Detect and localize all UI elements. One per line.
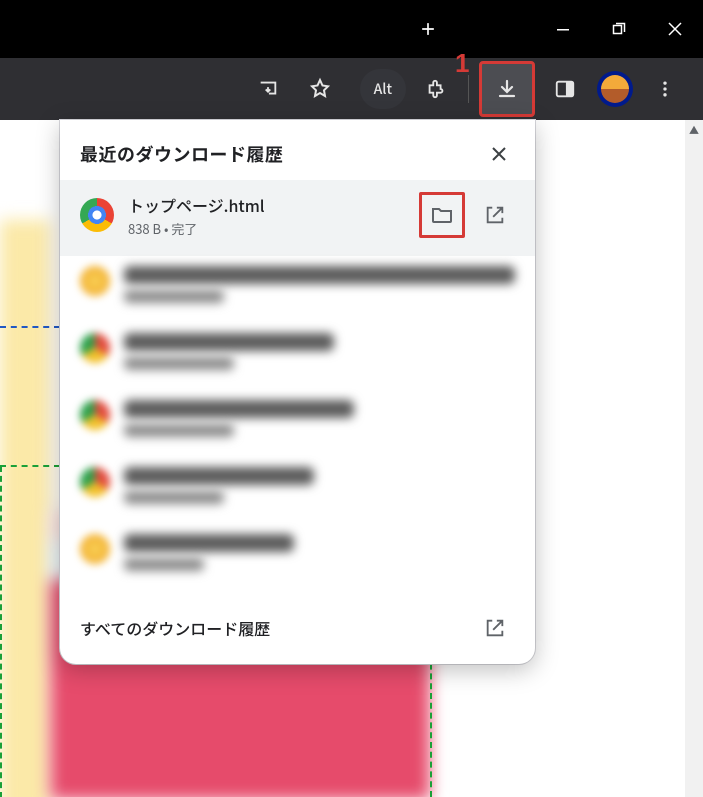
dashed-guide	[0, 465, 60, 467]
avatar-icon	[601, 75, 629, 103]
vertical-scrollbar[interactable]: ▲	[685, 120, 703, 797]
download-filename: トップページ.html	[128, 193, 405, 217]
download-item-blurred	[60, 323, 535, 390]
sidepanel-icon	[554, 78, 576, 100]
download-text: トップページ.html 838 B • 完了	[128, 193, 405, 238]
file-icon	[80, 333, 110, 363]
menu-button[interactable]	[643, 67, 687, 111]
alt-label: Alt	[374, 79, 392, 99]
download-item-blurred	[60, 457, 535, 524]
open-external-button[interactable]	[475, 195, 515, 235]
background-blur	[0, 220, 50, 797]
toolbar-separator	[468, 75, 469, 103]
maximize-button[interactable]	[591, 0, 647, 58]
download-item[interactable]: トップページ.html 838 B • 完了	[60, 180, 535, 256]
profile-avatar[interactable]	[597, 71, 633, 107]
close-icon	[490, 145, 508, 163]
callout-1: 1	[455, 48, 469, 79]
maximize-icon	[612, 22, 626, 36]
kebab-icon	[655, 79, 675, 99]
window-titlebar	[0, 0, 703, 58]
browser-toolbar: 1 Alt	[0, 58, 703, 120]
close-window-button[interactable]	[647, 0, 703, 58]
cast-icon	[257, 78, 279, 100]
downloads-button[interactable]	[479, 61, 535, 117]
new-tab-button[interactable]	[320, 19, 535, 39]
close-icon	[667, 21, 683, 37]
file-icon	[80, 467, 110, 497]
plus-icon	[418, 19, 438, 39]
download-meta: 838 B • 完了	[128, 219, 405, 238]
page-content: ▲ 2 最近のダウンロード履歴 トップページ.html 838 B • 完了	[0, 120, 703, 797]
open-external-icon	[484, 617, 506, 639]
bookmark-button[interactable]	[298, 67, 342, 111]
file-icon	[80, 266, 110, 296]
show-in-folder-button[interactable]	[419, 192, 465, 238]
popup-close-button[interactable]	[483, 138, 515, 170]
open-external-icon	[484, 204, 506, 226]
minimize-icon	[556, 22, 570, 36]
star-icon	[308, 77, 332, 101]
popup-footer[interactable]: すべてのダウンロード履歴	[60, 591, 535, 664]
sidepanel-button[interactable]	[543, 67, 587, 111]
puzzle-icon	[425, 78, 447, 100]
file-icon	[80, 534, 110, 564]
minimize-button[interactable]	[535, 0, 591, 58]
cast-button[interactable]	[246, 67, 290, 111]
scroll-up-icon: ▲	[685, 120, 703, 138]
footer-label: すべてのダウンロード履歴	[80, 616, 475, 640]
open-downloads-page-button[interactable]	[475, 608, 515, 648]
download-item-blurred	[60, 390, 535, 457]
alt-pill[interactable]: Alt	[360, 69, 406, 109]
file-icon	[80, 400, 110, 430]
chrome-icon	[80, 198, 114, 232]
extensions-button[interactable]	[414, 67, 458, 111]
dashed-guide	[0, 466, 4, 797]
popup-header: 最近のダウンロード履歴	[60, 120, 535, 180]
dashed-guide	[0, 326, 60, 328]
folder-icon	[430, 203, 454, 227]
downloads-popup: 2 最近のダウンロード履歴 トップページ.html 838 B • 完了	[60, 120, 535, 664]
download-item-blurred	[60, 524, 535, 591]
download-icon	[495, 77, 519, 101]
popup-title: 最近のダウンロード履歴	[80, 141, 483, 167]
download-item-blurred	[60, 256, 535, 323]
